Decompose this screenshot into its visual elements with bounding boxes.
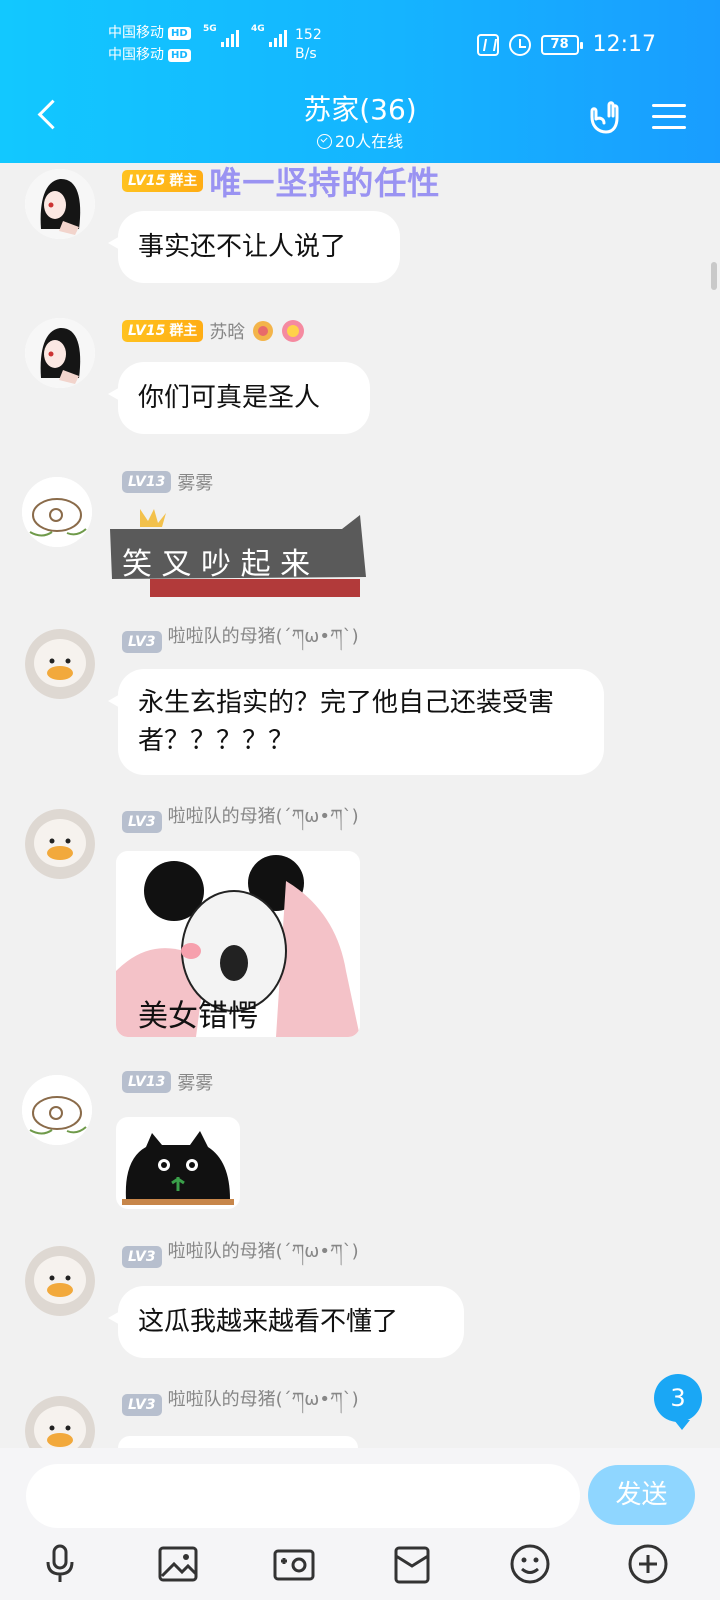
level-badge: LV3 — [122, 811, 162, 833]
camera-icon[interactable] — [270, 1540, 318, 1588]
hd-badge: HD — [168, 48, 191, 62]
signal-5g-icon: 5G — [203, 24, 239, 47]
message-item: LV3 啦啦队的母猪(´ཀω•ཀ`) 美女错愕 — [0, 805, 720, 1040]
battery-icon: 78 — [540, 34, 583, 55]
level-badge: LV3 — [122, 1246, 162, 1268]
online-text: 20人在线 — [334, 132, 404, 151]
sender-name[interactable]: 啦啦队的母猪(´ཀω•ཀ`) — [168, 1232, 359, 1282]
sender-name[interactable]: 啦啦队的母猪(´ཀω•ཀ`) — [168, 1390, 359, 1430]
level-badge: LV3 — [122, 631, 162, 653]
level-badge: LV3 — [122, 1394, 162, 1416]
net-type-5g: 5G — [203, 24, 217, 34]
flower-icon — [282, 320, 305, 342]
check-circle-icon — [316, 134, 332, 149]
image-icon[interactable] — [154, 1540, 202, 1588]
sticker-caption: 美女错愕 — [138, 999, 258, 1034]
avatar[interactable] — [25, 809, 95, 879]
sticker[interactable] — [118, 1436, 358, 1448]
level-badge: LV13 — [122, 471, 172, 493]
level-badge: LV15 群主 — [122, 320, 204, 342]
avatar[interactable] — [25, 1396, 95, 1448]
net-type-4g: 4G — [251, 24, 265, 34]
sticker[interactable]: 笑 叉 吵 起 来 — [104, 507, 372, 607]
nfc-icon — [476, 33, 499, 56]
carrier-1: 中国移动 — [108, 25, 164, 41]
speed-value: 152 — [295, 27, 322, 43]
sticker[interactable]: 美女错愕 — [116, 851, 360, 1037]
message-input[interactable] — [26, 1464, 580, 1528]
sticker-caption: 笑 叉 吵 起 来 — [122, 547, 311, 582]
sender-name[interactable]: 啦啦队的母猪(´ཀω•ཀ`) — [168, 617, 359, 667]
message-item: LV15 群主 苏晗 你们可真是圣人 — [0, 310, 720, 450]
carrier-info: 中国移动 HD 中国移动 HD — [108, 22, 191, 66]
message-bubble[interactable]: 这瓜我越来越看不懂了 — [108, 1286, 464, 1358]
avatar[interactable] — [22, 1075, 92, 1145]
status-right: 78 12:17 — [476, 32, 656, 57]
send-button[interactable]: 发送 — [588, 1465, 695, 1525]
message-item: LV15 群主 唯一坚持的任性 事实还不让人说了 — [0, 163, 720, 293]
sender-name[interactable]: 啦啦队的母猪(´ཀω•ཀ`) — [168, 797, 359, 847]
clock: 12:17 — [592, 32, 656, 57]
sender-name[interactable]: 雾雾 — [177, 469, 213, 495]
avatar[interactable] — [25, 1246, 95, 1316]
hd-badge: HD — [168, 26, 191, 40]
sender-name[interactable]: 唯一坚持的任性 — [209, 158, 440, 204]
sticker[interactable] — [116, 1117, 240, 1209]
carrier-2: 中国移动 — [108, 47, 164, 63]
message-item: LV3 啦啦队的母猪(´ཀω•ཀ`) — [0, 1390, 720, 1448]
message-item: LV3 啦啦队的母猪(´ཀω•ཀ`) 永生玄指实的？完了他自己还装受害者？？？？… — [0, 625, 720, 785]
avatar[interactable] — [25, 318, 95, 388]
level-badge: LV15 群主 — [122, 170, 204, 192]
sender-name[interactable]: 苏晗 — [209, 318, 245, 344]
message-item: LV13 雾雾 笑 叉 吵 起 来 — [0, 465, 720, 610]
level-badge: LV13 — [122, 1071, 172, 1093]
emoji-icon[interactable] — [506, 1540, 554, 1588]
speed-unit: B/s — [295, 46, 317, 62]
signal-icons: 5G 4G — [203, 24, 287, 47]
mic-icon[interactable] — [36, 1540, 84, 1588]
avatar[interactable] — [25, 629, 95, 699]
toolbar — [0, 1540, 720, 1600]
unread-count-badge[interactable]: 3 — [654, 1374, 702, 1430]
plus-icon[interactable] — [624, 1540, 672, 1588]
medal-icon — [253, 321, 274, 341]
chat-header: 中国移动 HD 中国移动 HD 5G 4G 152 B/s 78 12:17 苏家(… — [0, 0, 720, 163]
message-bubble[interactable]: 你们可真是圣人 — [108, 362, 370, 434]
avatar[interactable] — [22, 477, 92, 547]
menu-icon[interactable] — [652, 104, 686, 130]
message-item: LV3 啦啦队的母猪(´ཀω•ཀ`) 这瓜我越来越看不懂了 — [0, 1240, 720, 1360]
sender-name[interactable]: 雾雾 — [177, 1069, 213, 1095]
gift-icon[interactable] — [388, 1540, 436, 1588]
message-bubble[interactable]: 事实还不让人说了 — [108, 211, 400, 283]
input-area: 发送 — [0, 1448, 720, 1600]
network-speed: 152 B/s — [295, 26, 322, 64]
alarm-icon — [508, 33, 531, 56]
message-bubble[interactable]: 永生玄指实的？完了他自己还装受害者？？？？？ — [108, 669, 604, 775]
hand-icon[interactable] — [586, 99, 622, 135]
signal-4g-icon: 4G — [251, 24, 287, 47]
message-item: LV13 雾雾 — [0, 1065, 720, 1215]
avatar[interactable] — [25, 169, 95, 239]
